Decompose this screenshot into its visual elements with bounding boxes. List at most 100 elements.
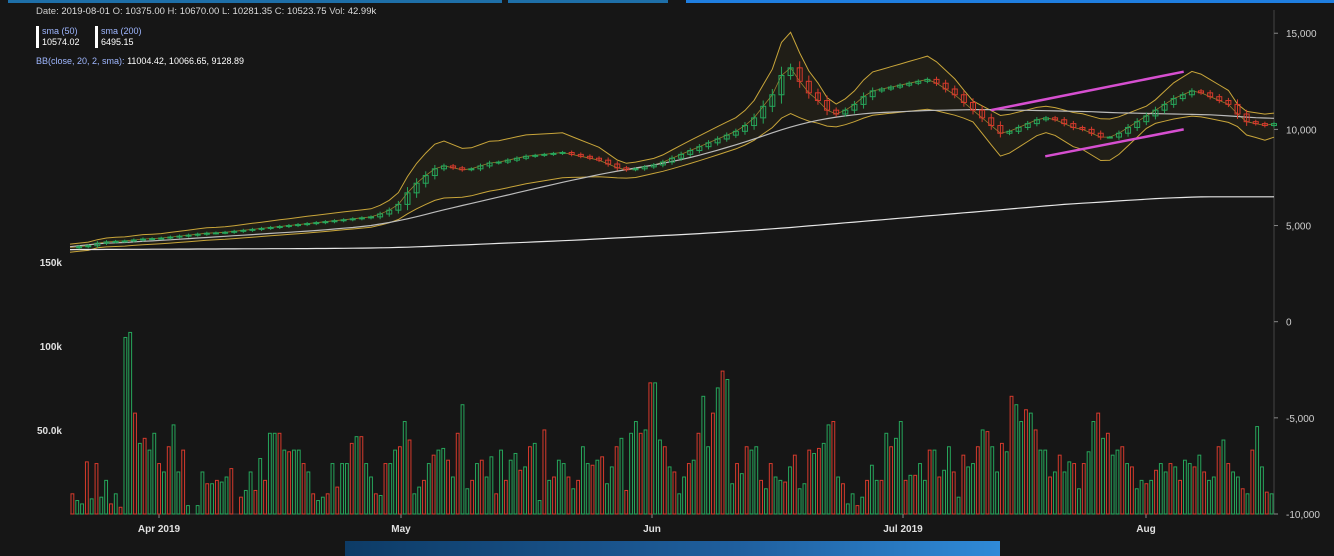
volume-bar	[1187, 463, 1192, 515]
volume-bar	[624, 489, 629, 515]
volume-bar	[908, 474, 913, 515]
volume-bar	[547, 479, 552, 515]
candle-body	[276, 226, 283, 228]
volume-bar	[802, 483, 807, 515]
volume-bar	[855, 505, 860, 515]
volume-bar	[999, 442, 1004, 515]
volume-bar	[576, 479, 580, 515]
y-right-tick-label: 5,000	[1286, 222, 1311, 233]
volume-bar	[542, 429, 547, 515]
y-right-tick-label: -5,000	[1286, 414, 1315, 425]
volume-bar	[836, 476, 841, 515]
volume-bar	[455, 432, 460, 515]
volume-bar	[330, 463, 335, 515]
volume-bar	[1144, 483, 1149, 515]
candle-body	[76, 246, 83, 249]
volume-bar	[826, 424, 831, 515]
volume-bar	[402, 421, 407, 515]
volume-bar	[1062, 471, 1067, 515]
volume-bar	[831, 421, 836, 515]
volume-bar	[860, 496, 865, 515]
volume-bar	[523, 466, 528, 515]
volume-bar	[1202, 471, 1207, 515]
candle-body	[468, 168, 475, 171]
volume-bar	[1072, 463, 1077, 515]
candle-body	[322, 221, 329, 224]
candle-body	[112, 240, 119, 243]
volume-bar	[422, 479, 426, 515]
volume-bar	[1024, 409, 1028, 515]
volume-bar	[1038, 449, 1043, 515]
volume-bar	[1014, 404, 1019, 515]
volume-bar	[711, 412, 715, 515]
footer-banner	[345, 541, 1000, 556]
candle-body	[149, 238, 156, 241]
volume-bar	[147, 449, 152, 515]
candle-body	[121, 240, 128, 243]
volume-bar	[691, 459, 696, 515]
volume-bar	[489, 456, 494, 515]
volume-bar	[658, 439, 662, 515]
candle-body	[532, 154, 539, 157]
volume-bar	[301, 463, 306, 515]
candle-body	[203, 232, 210, 235]
volume-bar	[788, 466, 792, 515]
volume-bar	[84, 461, 89, 515]
volume-bar	[460, 404, 465, 515]
volume-bar	[171, 424, 176, 515]
volume-bar	[937, 476, 942, 515]
volume-bar	[243, 489, 248, 515]
volume-bar	[417, 486, 422, 515]
volume-bar	[277, 432, 282, 515]
y-right-tick-label: 0	[1286, 318, 1292, 329]
volume-bar	[1105, 432, 1110, 515]
volume-bar	[696, 432, 701, 515]
candle-body	[212, 232, 219, 235]
volume-bar	[1115, 449, 1120, 515]
volume-bar	[768, 463, 773, 515]
volume-bar	[754, 446, 759, 515]
volume-bar	[662, 446, 667, 515]
volume-bar	[450, 476, 455, 515]
volume-bar	[585, 463, 590, 515]
candle-body	[231, 230, 238, 233]
volume-bar	[1043, 449, 1048, 515]
volume-bar	[1235, 476, 1240, 515]
volume-bar	[1207, 479, 1211, 515]
volume-bar	[951, 471, 956, 515]
volume-bar	[359, 436, 364, 515]
volume-bar	[354, 436, 359, 515]
volume-bar	[942, 469, 947, 515]
candle-body	[313, 222, 320, 225]
volume-bar	[903, 479, 908, 515]
volume-bar	[990, 446, 995, 515]
volume-bar	[1057, 454, 1062, 515]
candle-body	[295, 224, 302, 227]
candle-body	[331, 220, 338, 223]
volume-bar	[561, 463, 566, 515]
volume-bar	[306, 471, 311, 515]
volume-bar	[166, 446, 171, 515]
volume-bar	[335, 486, 340, 515]
volume-bar	[672, 471, 677, 515]
volume-bar	[845, 503, 850, 515]
candle-body	[176, 235, 183, 238]
volume-bar	[807, 449, 812, 515]
volume-bar	[947, 446, 951, 515]
price-volume-chart[interactable]: 15,000 10,000 5,000 0 -5,000 -10,000 150k 100k 5…	[0, 0, 1334, 556]
volume-bar	[537, 500, 542, 515]
volume-bar	[701, 395, 706, 515]
volume-bar	[739, 473, 744, 515]
volume-bar	[388, 463, 393, 515]
volume-bar	[345, 463, 349, 515]
volume-bar	[571, 488, 576, 515]
x-tick-label: Jun	[643, 524, 661, 535]
volume-bar	[580, 446, 585, 515]
volume-bar	[128, 331, 133, 515]
volume-bar	[436, 449, 441, 515]
volume-bar	[142, 437, 147, 515]
volume-bar	[1110, 454, 1115, 515]
candle-body	[185, 234, 192, 237]
volume-bar	[985, 431, 990, 515]
volume-bar	[239, 496, 243, 515]
